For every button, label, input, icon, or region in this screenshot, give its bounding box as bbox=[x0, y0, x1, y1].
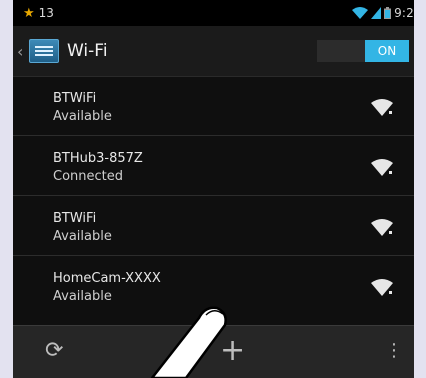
network-ssid: BTHub3-857Z bbox=[53, 151, 143, 166]
wifi-signal-icon bbox=[371, 279, 393, 296]
action-bar: ‹ Wi-Fi ON bbox=[13, 26, 414, 77]
notification-count: 13 bbox=[38, 6, 54, 20]
network-ssid: BTWiFi bbox=[53, 91, 97, 106]
network-item[interactable]: BTWiFi Available bbox=[13, 196, 414, 256]
wifi-toggle[interactable]: ON bbox=[317, 40, 409, 62]
refresh-icon[interactable]: ⟳ bbox=[45, 338, 63, 363]
add-icon[interactable]: + bbox=[220, 333, 245, 368]
network-item[interactable]: HomeCam-XXXX Available bbox=[13, 256, 414, 315]
star-icon: ★ bbox=[23, 5, 35, 21]
toggle-on-label: ON bbox=[365, 40, 409, 62]
network-ssid: HomeCam-XXXX bbox=[53, 271, 161, 286]
network-item[interactable]: BTWiFi Available bbox=[13, 76, 414, 136]
clock: 9:2 bbox=[394, 6, 414, 20]
network-list: BTWiFi Available BTHub3-857Z Connected B… bbox=[13, 76, 414, 315]
wifi-signal-icon bbox=[371, 219, 393, 236]
phone-screen: ★ 13 9:2 ‹ Wi-Fi ON BTWiFi Available BTH… bbox=[13, 0, 414, 378]
up-navigation-icon[interactable]: ‹ bbox=[17, 42, 29, 61]
more-vert-icon[interactable]: ⋮ bbox=[385, 340, 403, 361]
page-title: Wi-Fi bbox=[67, 41, 108, 61]
battery-icon bbox=[384, 7, 392, 19]
network-status: Connected bbox=[53, 169, 124, 184]
status-bar: ★ 13 9:2 bbox=[13, 0, 414, 26]
wifi-settings-app-icon[interactable] bbox=[29, 39, 59, 63]
network-ssid: BTWiFi bbox=[53, 211, 97, 226]
network-item[interactable]: BTHub3-857Z Connected bbox=[13, 136, 414, 196]
network-status: Available bbox=[53, 289, 112, 304]
wifi-signal-icon bbox=[371, 159, 393, 176]
bottom-action-bar: ⟳ + ⋮ bbox=[13, 325, 414, 378]
cell-signal-icon bbox=[371, 7, 382, 19]
network-status: Available bbox=[53, 109, 112, 124]
status-icons: 9:2 bbox=[352, 6, 414, 20]
wifi-signal-icon bbox=[371, 99, 393, 116]
network-status: Available bbox=[53, 229, 112, 244]
wifi-status-icon bbox=[352, 7, 369, 19]
